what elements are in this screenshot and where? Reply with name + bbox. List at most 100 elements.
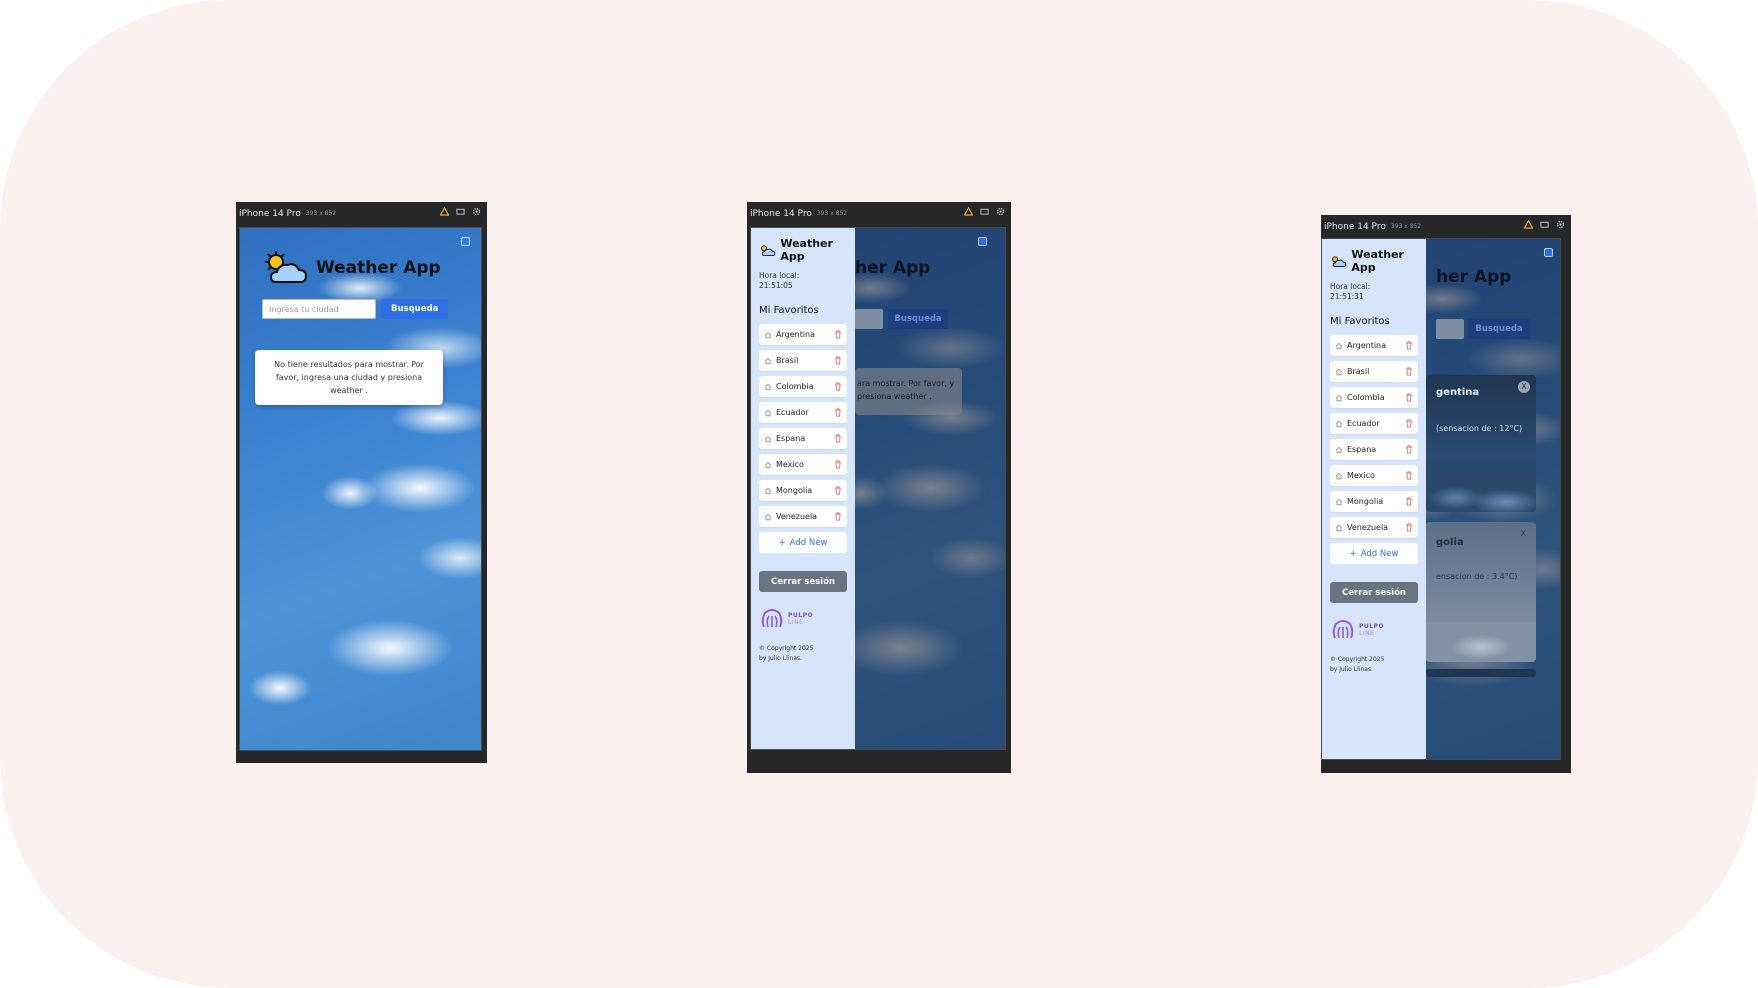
toggle-button[interactable]	[461, 237, 470, 246]
favorite-item[interactable]: Ecuador	[759, 402, 847, 423]
trash-icon[interactable]	[834, 408, 842, 417]
brand-name-top: PULPO	[788, 612, 814, 619]
trash-icon[interactable]	[1405, 419, 1413, 428]
copyright: © Copyright 2025 by Julio Llinas.	[759, 644, 847, 664]
toggle-button[interactable]	[978, 237, 987, 246]
device-name: iPhone 14 Pro	[750, 208, 812, 219]
favorite-item[interactable]: Brasil	[1330, 361, 1418, 382]
home-icon	[764, 487, 772, 494]
home-icon	[1335, 524, 1343, 531]
favorite-name: Mongolia	[1347, 497, 1384, 506]
local-time-value: 21:51:05	[759, 281, 793, 290]
rotate-icon[interactable]	[456, 207, 465, 216]
phone-screen: her App Busqueda ara mostrar. Por favor,…	[750, 227, 1006, 750]
brand-name-bottom: LINE	[788, 619, 804, 626]
search-button-dimmed: Busqueda	[888, 309, 948, 329]
favorites-title: Mi Favoritos	[759, 305, 819, 316]
favorite-item[interactable]: Mongolia	[759, 480, 847, 501]
favorite-item[interactable]: Espana	[1330, 439, 1418, 460]
trash-icon[interactable]	[1405, 497, 1413, 506]
weather-illustration	[1426, 468, 1536, 512]
drawer-header: Weather App	[1330, 248, 1418, 274]
device-size: 393 x 852	[1390, 223, 1422, 230]
trash-icon[interactable]	[1405, 523, 1413, 532]
warning-icon[interactable]	[964, 207, 973, 216]
weather-logo-icon	[265, 251, 308, 283]
close-card-button[interactable]: X	[1518, 381, 1530, 393]
home-icon	[764, 357, 772, 364]
local-time: Hora local: 21:51:05	[759, 271, 847, 291]
favorite-item[interactable]: Argentina	[1330, 335, 1418, 356]
favorite-name: Brasil	[776, 356, 799, 365]
trash-icon[interactable]	[834, 512, 842, 521]
drawer-title: Weather App	[780, 237, 833, 263]
favorite-item[interactable]: Colombia	[1330, 387, 1418, 408]
brand-name-top: PULPO	[1359, 623, 1385, 630]
weather-card-feels-like: ensacion de : 3.4°C)	[1436, 572, 1518, 581]
copyright-line1: © Copyright 2025	[1330, 656, 1385, 663]
device-name: iPhone 14 Pro	[1324, 221, 1386, 232]
plus-icon: +	[778, 537, 786, 548]
search-bar: Busqueda	[262, 299, 449, 319]
favorite-item[interactable]: Espana	[759, 428, 847, 449]
trash-icon[interactable]	[1405, 341, 1413, 350]
favorite-name: Mexico	[776, 460, 804, 469]
trash-icon[interactable]	[834, 460, 842, 469]
settings-icon[interactable]	[472, 207, 481, 216]
favorite-item[interactable]: Venezuela	[1330, 517, 1418, 538]
trash-icon[interactable]	[1405, 471, 1413, 480]
trash-icon[interactable]	[834, 486, 842, 495]
trash-icon[interactable]	[1405, 445, 1413, 454]
home-icon	[764, 513, 772, 520]
settings-icon[interactable]	[996, 207, 1005, 216]
rotate-icon[interactable]	[1540, 220, 1549, 229]
octopus-logo-icon	[1332, 620, 1354, 639]
trash-icon[interactable]	[834, 356, 842, 365]
logout-button[interactable]: Cerrar sesión	[1330, 582, 1418, 603]
favorite-item[interactable]: Mongolia	[1330, 491, 1418, 512]
trash-icon[interactable]	[834, 382, 842, 391]
settings-icon[interactable]	[1556, 220, 1565, 229]
home-icon	[1335, 498, 1343, 505]
copyright-line2: by Julio Llinas.	[759, 655, 802, 662]
city-search-input[interactable]	[262, 299, 376, 319]
empty-results-card: No tiene resultados para mostrar. Por fa…	[255, 350, 443, 405]
local-time-value: 21:51:31	[1330, 292, 1364, 301]
close-card-button[interactable]: X	[1521, 529, 1526, 538]
favorite-name: Espana	[1347, 445, 1377, 454]
favorite-item[interactable]: Colombia	[759, 376, 847, 397]
favorite-item[interactable]: Mexico	[1330, 465, 1418, 486]
warning-icon[interactable]	[1524, 220, 1533, 229]
favorite-item[interactable]: Mexico	[759, 454, 847, 475]
toggle-button[interactable]	[1544, 248, 1553, 257]
brand-logo: PULPO LINE	[759, 608, 847, 630]
trash-icon[interactable]	[834, 434, 842, 443]
home-icon	[1335, 446, 1343, 453]
favorite-item[interactable]: Venezuela	[759, 506, 847, 527]
octopus-logo-icon	[761, 609, 783, 628]
favorite-item[interactable]: Argentina	[759, 324, 847, 345]
search-button[interactable]: Busqueda	[381, 299, 449, 319]
empty-results-card-dimmed: ara mostrar. Por favor, y presiona weath…	[855, 368, 962, 415]
favorite-name: Argentina	[1347, 341, 1387, 350]
favorite-name: Ecuador	[1347, 419, 1380, 428]
logout-button[interactable]: Cerrar sesión	[759, 571, 847, 592]
weather-card-title: golia	[1436, 537, 1464, 548]
trash-icon[interactable]	[1405, 367, 1413, 376]
brand-name-bottom: LINE	[1359, 630, 1375, 637]
device-toolbar: iPhone 14 Pro 393 x 852	[747, 202, 1011, 225]
device-size: 393 x 852	[816, 210, 848, 217]
device-name: iPhone 14 Pro	[239, 208, 301, 219]
app-header: Weather App	[262, 249, 441, 287]
add-new-button[interactable]: + Add New	[1330, 543, 1418, 564]
favorite-item[interactable]: Ecuador	[1330, 413, 1418, 434]
warning-icon[interactable]	[440, 207, 449, 216]
rotate-icon[interactable]	[980, 207, 989, 216]
favorite-item[interactable]: Brasil	[759, 350, 847, 371]
add-new-button[interactable]: + Add New	[759, 532, 847, 553]
trash-icon[interactable]	[1405, 393, 1413, 402]
favorite-name: Venezuela	[1347, 523, 1389, 532]
device-frame-3: iPhone 14 Pro 393 x 852 her App Busqueda…	[1321, 215, 1571, 773]
trash-icon[interactable]	[834, 330, 842, 339]
phone-screen: Weather App Busqueda No tiene resultados…	[239, 227, 482, 751]
